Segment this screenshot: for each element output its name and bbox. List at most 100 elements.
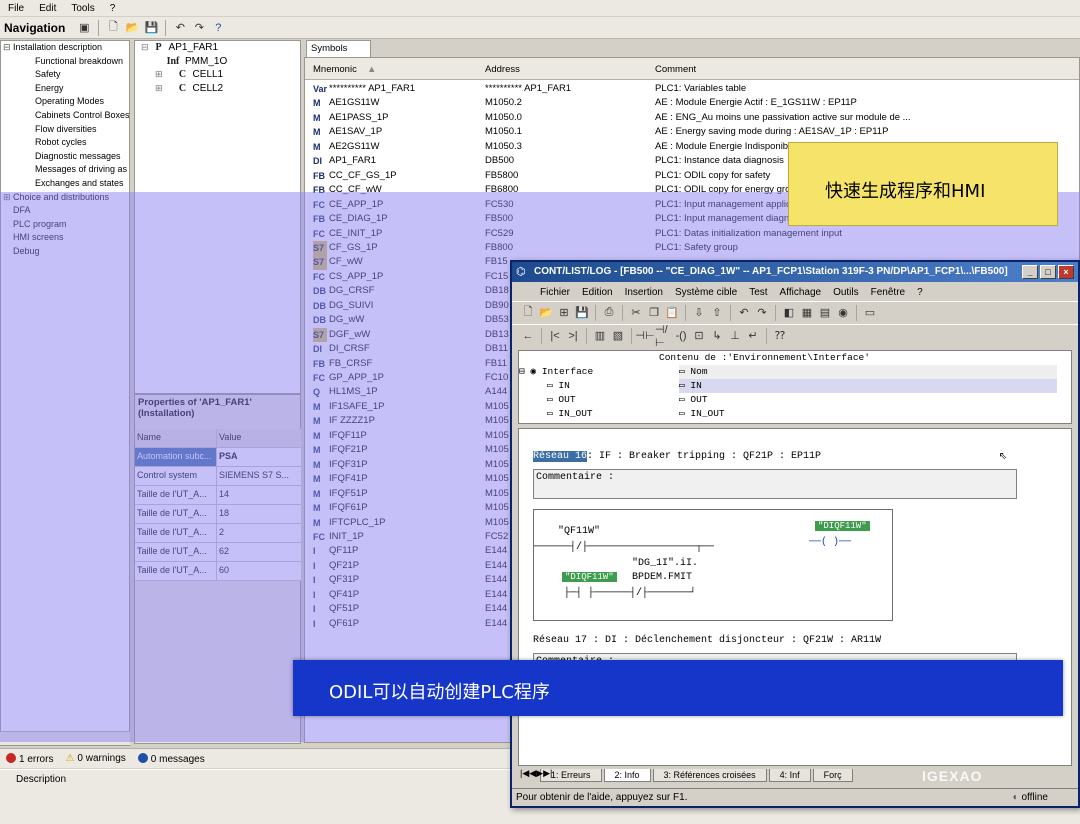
tab-inf[interactable]: 4: Inf <box>768 768 811 782</box>
contact-diqf11w-tag[interactable]: "DIQF11W" <box>562 572 617 582</box>
print-icon[interactable]: ⎙ <box>601 305 617 321</box>
new-file-icon[interactable]: 🗋 <box>520 305 536 321</box>
nc-contact-icon[interactable]: ⊣/⊢ <box>655 324 671 349</box>
interface-tree-root[interactable]: ⊟ ◉ Interface <box>519 365 593 379</box>
download-icon[interactable]: ⇩ <box>691 305 707 321</box>
paste-icon[interactable]: 📋 <box>664 305 680 321</box>
menu-fichier[interactable]: Fichier <box>540 287 570 298</box>
menu-help[interactable]: ? <box>917 287 923 298</box>
tree-item-cabinets[interactable]: Cabinets Control Boxes <box>1 109 129 123</box>
network-16-comment[interactable]: Commentaire : <box>533 469 1017 499</box>
no-contact-icon[interactable]: ⊣⊢ <box>635 328 654 344</box>
library-icon[interactable]: ▤ <box>817 305 833 321</box>
branch-open-icon[interactable]: ↳ <box>709 328 725 344</box>
redo-icon[interactable]: ↷ <box>754 305 770 321</box>
expand-icon[interactable]: ⊞ <box>155 69 163 79</box>
symbol-row[interactable]: M AE1SAV_1P M1050.1 AE : Energy saving mode… <box>305 125 1079 140</box>
window-icon[interactable]: ▭ <box>862 305 878 321</box>
menu-affichage[interactable]: Affichage <box>780 287 822 298</box>
project-node-cell1[interactable]: ⊞ C CELL1 <box>135 68 300 82</box>
network-icon[interactable]: ⊞ <box>556 305 572 321</box>
nav-last-icon[interactable]: >| <box>565 328 581 344</box>
box-icon[interactable]: ⊡ <box>691 328 707 344</box>
menu-insertion[interactable]: Insertion <box>625 287 663 298</box>
tab-symbols-table[interactable]: Symbols table <box>306 40 371 70</box>
collapse-icon[interactable]: ⊟ <box>141 42 149 52</box>
back-icon[interactable]: ← <box>520 328 536 344</box>
monitor-icon[interactable]: ◧ <box>781 305 797 321</box>
interface-tree-out[interactable]: ▭ OUT <box>547 393 576 407</box>
project-node-pmm[interactable]: Inf PMM_1O <box>135 55 300 69</box>
tree-item-functional-breakdown[interactable]: Functional breakdown <box>1 55 129 69</box>
interface-row[interactable]: ▭ IN <box>679 379 1057 393</box>
interface-row[interactable]: ▭ IN_OUT <box>679 407 725 421</box>
overview-icon[interactable]: ▦ <box>799 305 815 321</box>
menu-outils[interactable]: Outils <box>833 287 859 298</box>
context-help-icon[interactable]: ⁇ <box>772 328 788 344</box>
tree-item-safety[interactable]: Safety <box>1 68 129 82</box>
symbol-row[interactable]: Var ********** AP1_FAR1 ********** AP1_FAR… <box>305 82 1079 97</box>
tree-item-diagnostic-messages[interactable]: Diagnostic messages <box>1 150 129 164</box>
panel-toggle-icon[interactable]: ▣ <box>76 20 92 36</box>
tab-scroll-arrows[interactable]: |◀◀▶▶| <box>520 768 552 779</box>
menu-edit[interactable]: Edit <box>35 3 67 14</box>
menu-file[interactable]: File <box>4 3 35 14</box>
project-node-ap1-far1[interactable]: ⊟ P AP1_FAR1 <box>135 41 300 55</box>
menu-test[interactable]: Test <box>749 287 767 298</box>
open-folder-icon[interactable]: 📂 <box>538 305 554 321</box>
network-17-header[interactable]: Réseau 17 : DI : Déclenchement disjoncte… <box>533 635 881 646</box>
menu-edition[interactable]: Edition <box>582 287 613 298</box>
tree-item-robot-cycles[interactable]: Robot cycles <box>1 136 129 150</box>
interface-row[interactable]: ▭ OUT <box>679 393 708 407</box>
menu-tools[interactable]: Tools <box>67 3 105 14</box>
redo-icon[interactable]: ↷ <box>191 20 207 36</box>
tree-item-flow-diversities[interactable]: Flow diversities <box>1 123 129 137</box>
tree-item-energy[interactable]: Energy <box>1 82 129 96</box>
expand-icon[interactable]: ⊞ <box>155 83 163 93</box>
undo-icon[interactable]: ↶ <box>736 305 752 321</box>
errors-count[interactable]: 1 errors <box>6 752 53 765</box>
network-16-header[interactable]: Réseau 16: IF : Breaker tripping : QF21P… <box>533 451 821 462</box>
nav-first-icon[interactable]: |< <box>547 328 563 344</box>
tree-item-exchanges[interactable]: Exchanges and states <box>1 177 129 191</box>
interface-tree-inout[interactable]: ▭ IN_OUT <box>547 407 593 421</box>
column-comment[interactable]: Comment <box>655 64 696 75</box>
interface-tree-in[interactable]: ▭ IN <box>547 379 570 393</box>
column-mnemonic[interactable]: Mnemonic <box>313 64 357 75</box>
details-icon[interactable]: ▧ <box>610 328 626 344</box>
tree-item-operating-modes[interactable]: Operating Modes <box>1 95 129 109</box>
copy-icon[interactable]: ❐ <box>646 305 662 321</box>
save-icon[interactable]: 💾 <box>574 305 590 321</box>
open-folder-icon[interactable]: 📂 <box>124 20 140 36</box>
upload-icon[interactable]: ⇧ <box>709 305 725 321</box>
tab-info[interactable]: 2: Info <box>603 768 651 782</box>
new-file-icon[interactable]: 🗋 <box>105 20 121 36</box>
symbol-row[interactable]: M AE1GS11W M1050.2 AE : Module Energie Acti… <box>305 96 1079 111</box>
symbol-row[interactable]: M AE1PASS_1P M1050.0 AE : ENG_Au moins une … <box>305 111 1079 126</box>
column-address[interactable]: Address <box>485 64 520 75</box>
coil-diqf11w-tag[interactable]: "DIQF11W" <box>815 521 870 531</box>
tab-forcage[interactable]: Forç <box>812 768 853 782</box>
menu-systeme-cible[interactable]: Système cible <box>675 287 737 298</box>
tab-references[interactable]: 3: Références croisées <box>652 768 767 782</box>
connection-icon[interactable]: ↵ <box>745 328 761 344</box>
maximize-icon[interactable]: □ <box>1040 265 1056 279</box>
menu-fenetre[interactable]: Fenêtre <box>871 287 905 298</box>
project-node-cell2[interactable]: ⊞ C CELL2 <box>135 82 300 96</box>
branch-close-icon[interactable]: ⊥ <box>727 328 743 344</box>
coil-icon[interactable]: -() <box>673 328 689 344</box>
save-icon[interactable]: 💾 <box>143 20 159 36</box>
overview-toggle-icon[interactable]: ▥ <box>592 328 608 344</box>
tree-item-driving-messages[interactable]: Messages of driving as <box>1 163 129 177</box>
minimize-icon[interactable]: _ <box>1022 265 1038 279</box>
online-icon[interactable]: ◉ <box>835 305 851 321</box>
messages-count[interactable]: 0 messages <box>137 752 205 765</box>
tree-item-installation-description[interactable]: Installation description <box>1 41 129 55</box>
menu-help[interactable]: ? <box>106 3 127 14</box>
undo-icon[interactable]: ↶ <box>172 20 188 36</box>
close-icon[interactable]: × <box>1058 265 1074 279</box>
warnings-count[interactable]: ⚠ 0 warnings <box>65 753 125 764</box>
help-icon[interactable]: ? <box>210 20 226 36</box>
collapse-icon[interactable]: ⊟ <box>519 366 525 377</box>
cut-icon[interactable]: ✂ <box>628 305 644 321</box>
